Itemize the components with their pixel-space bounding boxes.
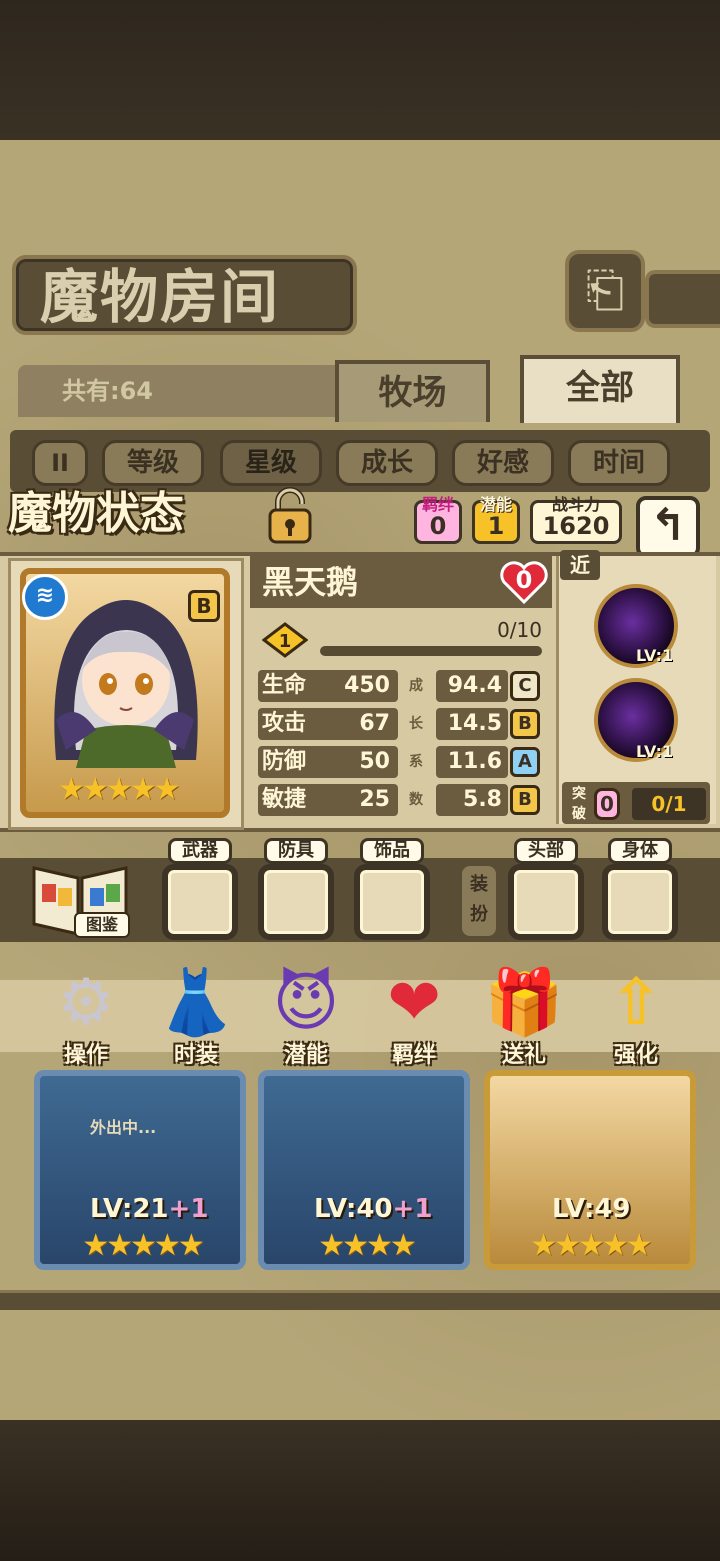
bottom-rail (0, 1290, 720, 1310)
sort-star-button[interactable]: 星级 (220, 440, 322, 486)
growth-label: 成 (409, 678, 423, 694)
costume-button[interactable]: 时装 (150, 1040, 242, 1072)
water-element-icon: ≋ (22, 574, 68, 620)
monster-card-level: LV:40+1 (314, 1194, 433, 1224)
bond-button[interactable]: 羁绊 (368, 1040, 460, 1072)
potential-button[interactable]: 潜能 (260, 1040, 352, 1072)
weapon-slot[interactable] (162, 864, 238, 940)
encyclopedia-label: 图鉴 (74, 912, 130, 938)
growth-grade: B (510, 709, 540, 739)
bottom-background (0, 1420, 720, 1561)
star-rating: ★★★★★ (58, 772, 180, 807)
growth-grade: A (510, 747, 540, 777)
close-status-button[interactable]: ↰ (636, 496, 700, 558)
monster-card-level: LV:49 (552, 1194, 631, 1224)
status-title: 魔物状态 (8, 488, 184, 539)
stat-value: 50 (359, 749, 390, 774)
star-level-value: 1 (279, 631, 292, 652)
costume-tag: 装扮 (462, 866, 496, 936)
weapon-slot-label: 武器 (168, 838, 232, 864)
back-button-tail (645, 270, 720, 328)
potential-box: 潜能 1 (472, 497, 520, 544)
bond-heart-icon[interactable]: ❤ (368, 962, 460, 1044)
growth-value: 14.5 (447, 711, 502, 736)
armor-slot[interactable] (258, 864, 334, 940)
growth-grade: B (510, 785, 540, 815)
potential-icon[interactable]: 😈 (260, 962, 352, 1044)
head-slot-label: 头部 (514, 838, 578, 864)
operate-button[interactable]: 操作 (40, 1040, 132, 1072)
stat-name: 防御 (262, 749, 307, 774)
range-tag: 近 (560, 550, 600, 580)
upgrade-button[interactable]: 强化 (590, 1040, 682, 1072)
growth-label: 数 (409, 792, 423, 808)
gift-button[interactable]: 送礼 (478, 1040, 570, 1072)
stat-name: 敏捷 (262, 787, 307, 812)
stat-value: 25 (359, 787, 390, 812)
monster-count: 共有:64 (18, 365, 343, 417)
gift-icon[interactable]: 🎁 (478, 962, 570, 1044)
monster-card-stars: ★★★★★ (530, 1228, 652, 1263)
bond-box: 羁绊 0 (414, 497, 462, 544)
top-background (0, 0, 720, 140)
growth-label: 系 (409, 754, 423, 770)
pause-button[interactable]: II (32, 440, 88, 486)
growth-value: 5.8 (463, 787, 502, 812)
exp-bar (320, 646, 542, 656)
breakthrough-count: 0 (594, 788, 620, 820)
accessory-slot[interactable] (354, 864, 430, 940)
monster-card-stars: ★★★★★ (82, 1228, 204, 1263)
lock-icon[interactable] (262, 484, 318, 546)
growth-label: 长 (409, 716, 423, 732)
upgrade-arrow-icon[interactable]: ⇧ (590, 962, 682, 1044)
sort-level-button[interactable]: 等级 (102, 440, 204, 486)
stat-value: 450 (344, 673, 390, 698)
sort-affection-button[interactable]: 好感 (452, 440, 554, 486)
tab-all[interactable]: 全部 (520, 355, 680, 423)
body-slot-label: 身体 (608, 838, 672, 864)
breakthrough-progress: 0/1 (632, 788, 706, 820)
growth-value: 94.4 (447, 673, 502, 698)
gear-icon[interactable]: ⚙ (40, 962, 132, 1044)
grade-badge: B (188, 590, 220, 622)
away-status: 外出中... (90, 1118, 157, 1137)
breakthrough-label: 突破 (572, 786, 586, 822)
sort-growth-button[interactable]: 成长 (336, 440, 438, 486)
stat-name: 攻击 (262, 711, 307, 736)
stat-name: 生命 (262, 673, 307, 698)
armor-slot-label: 防具 (264, 838, 328, 864)
heart-count: 0 (515, 566, 533, 594)
accessory-slot-label: 饰品 (360, 838, 424, 864)
page-title: 魔物房间 (40, 263, 281, 331)
return-button[interactable]: ⎗ (565, 250, 645, 332)
monster-card-level: LV:21+1 (90, 1194, 209, 1224)
skill-level: LV:1 (636, 646, 674, 665)
monster-card-stars: ★★★★ (318, 1228, 417, 1263)
return-icon: ⎗ (585, 262, 625, 318)
exp-text: 0/10 (497, 618, 542, 642)
sort-time-button[interactable]: 时间 (568, 440, 670, 486)
power-box: 战斗力 1620 (530, 497, 622, 544)
return-icon: ↰ (649, 500, 687, 551)
tab-farm[interactable]: 牧场 (335, 360, 490, 422)
body-slot[interactable] (602, 864, 678, 940)
costume-icon[interactable]: 👗 (150, 962, 242, 1044)
star-level-badge: 1 (261, 622, 309, 658)
growth-value: 11.6 (447, 749, 502, 774)
skill-level: LV:1 (636, 742, 674, 761)
monster-name: 黑天鹅 (262, 563, 359, 601)
head-slot[interactable] (508, 864, 584, 940)
growth-grade: C (510, 671, 540, 701)
stat-value: 67 (359, 711, 390, 736)
